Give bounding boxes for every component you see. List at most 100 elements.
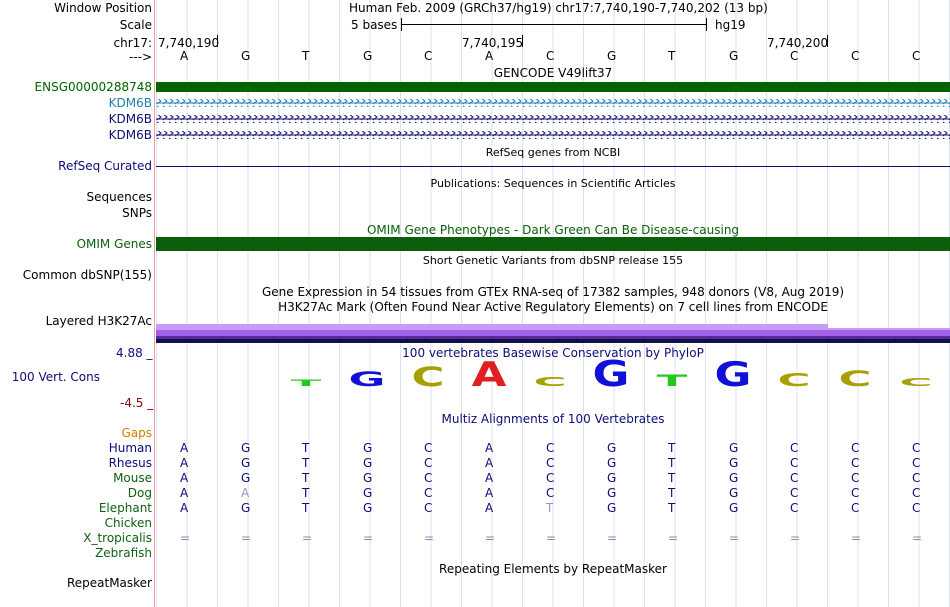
- species-label[interactable]: Mouse: [113, 471, 152, 485]
- alignment-base: C: [790, 486, 799, 500]
- alignment-base: G: [241, 441, 251, 455]
- base-letter: A: [180, 49, 189, 63]
- alignment-base: A: [241, 486, 250, 500]
- gaps-label[interactable]: Gaps: [121, 426, 152, 440]
- alignment-base: C: [912, 441, 921, 455]
- alignment-base: C: [790, 501, 799, 515]
- alignment-base: C: [424, 501, 433, 515]
- scale-assembly: hg19: [715, 18, 746, 32]
- multiz-track-title[interactable]: Multiz Alignments of 100 Vertebrates: [156, 412, 950, 426]
- sequences-label[interactable]: Sequences: [87, 190, 152, 204]
- position-tick: 7,740,190: [158, 36, 220, 50]
- h3k27ac-signal[interactable]: [156, 322, 950, 344]
- refseq-label[interactable]: RefSeq Curated: [58, 159, 152, 173]
- snps-label[interactable]: SNPs: [122, 206, 152, 220]
- dbsnp-track-title[interactable]: Short Genetic Variants from dbSNP releas…: [156, 254, 950, 268]
- scale-bar-right-tick: [706, 18, 707, 31]
- position-tick: 7,740,200: [767, 36, 829, 50]
- dbsnp-label[interactable]: Common dbSNP(155): [23, 268, 152, 282]
- alignment-base: T: [302, 471, 310, 485]
- gencode-transcript-bar[interactable]: [156, 82, 950, 92]
- phylop-letter: G: [715, 358, 752, 392]
- species-label[interactable]: Chicken: [105, 516, 152, 530]
- alignment-base: T: [668, 501, 676, 515]
- alignment-base: =: [790, 531, 801, 545]
- alignment-base: A: [485, 441, 494, 455]
- base-letter: C: [546, 49, 555, 63]
- alignment-base: C: [912, 486, 921, 500]
- repeatmasker-track-title[interactable]: Repeating Elements by RepeatMasker: [156, 562, 950, 576]
- gencode-track-title[interactable]: GENCODE V49lift37: [156, 66, 950, 80]
- alignment-base: =: [912, 531, 923, 545]
- gtex-track-title[interactable]: Gene Expression in 54 tissues from GTEx …: [156, 285, 950, 299]
- alignment-base: A: [180, 486, 189, 500]
- window-position-label: Window Position: [54, 1, 152, 15]
- base-letter: C: [912, 49, 921, 63]
- alignment-base: C: [851, 471, 860, 485]
- alignment-base: G: [241, 471, 251, 485]
- publications-track-title[interactable]: Publications: Sequences in Scientific Ar…: [156, 177, 950, 191]
- alignment-base: C: [912, 456, 921, 470]
- h3k27ac-label[interactable]: Layered H3K27Ac: [46, 314, 152, 328]
- phylop-letter: G: [593, 358, 630, 392]
- alignment-base: T: [668, 471, 676, 485]
- position-tick-mark: [827, 35, 828, 47]
- alignment-base: C: [546, 486, 555, 500]
- alignment-base: C: [424, 471, 433, 485]
- alignment-base: G: [363, 441, 373, 455]
- alignment-base: G: [607, 501, 617, 515]
- phylop-letter: C: [777, 370, 810, 391]
- window-position-value: Human Feb. 2009 (GRCh37/hg19) chr17:7,74…: [349, 1, 768, 15]
- base-letter: T: [668, 49, 676, 63]
- alignment-base: A: [180, 456, 189, 470]
- kdm6b-intron-lines[interactable]: [156, 97, 950, 141]
- phylop-letter: C: [411, 361, 444, 392]
- phylop-letter: C: [838, 366, 871, 391]
- alignment-base: G: [241, 456, 251, 470]
- repeatmasker-label[interactable]: RepeatMasker: [67, 576, 152, 590]
- scale-label: Scale: [119, 18, 152, 32]
- phylop-logo[interactable]: TGCACGTGCCC: [156, 358, 950, 392]
- alignment-base: C: [546, 471, 555, 485]
- omim-track-title[interactable]: OMIM Gene Phenotypes - Dark Green Can Be…: [156, 223, 950, 237]
- alignment-base: C: [424, 486, 433, 500]
- refseq-intron-line[interactable]: [156, 166, 950, 167]
- refseq-track-title[interactable]: RefSeq genes from NCBI: [156, 146, 950, 160]
- alignment-base: C: [851, 456, 860, 470]
- gencode-item-label[interactable]: ENSG00000288748: [35, 80, 152, 94]
- species-label[interactable]: Dog: [128, 486, 152, 500]
- alignment-base: =: [668, 531, 679, 545]
- species-label[interactable]: Elephant: [99, 501, 152, 515]
- alignment-base: =: [607, 531, 618, 545]
- alignment-base: G: [729, 486, 739, 500]
- kdm6b-label[interactable]: KDM6B: [109, 96, 152, 110]
- alignment-base: G: [729, 456, 739, 470]
- alignment-base: C: [912, 471, 921, 485]
- kdm6b-label[interactable]: KDM6B: [109, 112, 152, 126]
- kdm6b-label[interactable]: KDM6B: [109, 128, 152, 142]
- species-label[interactable]: Rhesus: [109, 456, 152, 470]
- alignment-base: G: [363, 486, 373, 500]
- alignment-base: G: [607, 471, 617, 485]
- alignment-base: T: [668, 456, 676, 470]
- base-letter: G: [607, 49, 617, 63]
- alignment-base: T: [302, 456, 310, 470]
- base-letter: G: [241, 49, 251, 63]
- conservation-axis-max: 4.88 _: [116, 346, 153, 360]
- alignment-base: C: [424, 456, 433, 470]
- scale-value: 5 bases: [351, 18, 398, 32]
- position-tick-mark: [522, 35, 523, 47]
- phylop-letter: C: [533, 374, 566, 389]
- conservation-label[interactable]: 100 Vert. Cons: [12, 370, 100, 384]
- species-label[interactable]: Human: [109, 441, 152, 455]
- omim-bar[interactable]: [156, 237, 950, 251]
- scale-bar: [401, 24, 706, 25]
- omim-label[interactable]: OMIM Genes: [77, 237, 152, 251]
- species-label[interactable]: X_tropicalis: [83, 531, 152, 545]
- alignment-base: G: [241, 501, 251, 515]
- conservation-axis-min: -4.5 _: [120, 396, 154, 410]
- species-label[interactable]: Zebrafish: [95, 546, 152, 560]
- base-letter: T: [302, 49, 310, 63]
- h3k27ac-track-title[interactable]: H3K27Ac Mark (Often Found Near Active Re…: [156, 300, 950, 314]
- alignment-base: G: [607, 486, 617, 500]
